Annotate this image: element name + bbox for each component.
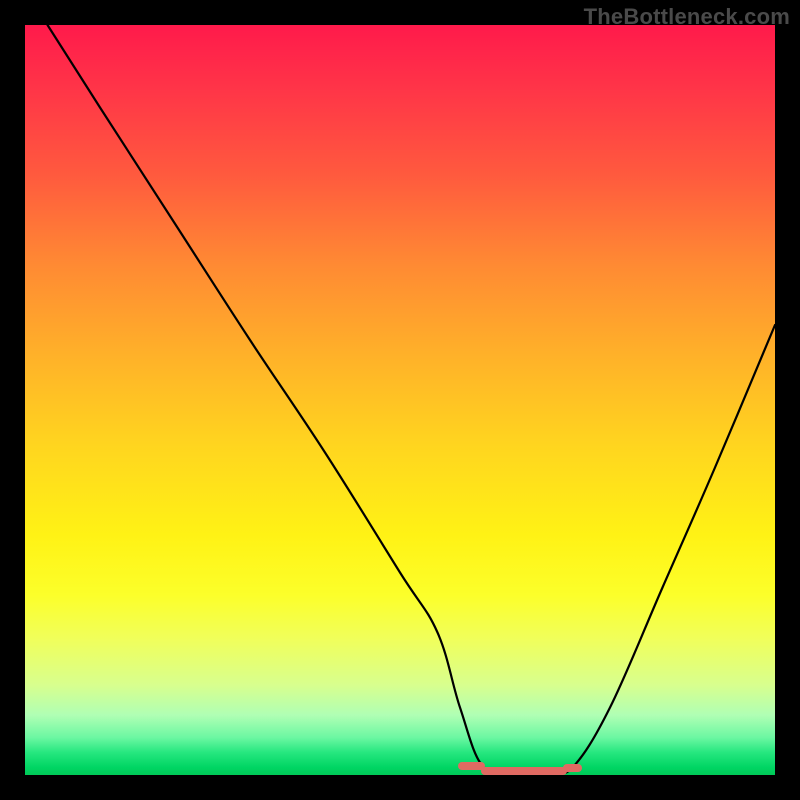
curve-line (48, 25, 776, 773)
watermark-text: TheBottleneck.com (584, 4, 790, 30)
trough-marker-1 (481, 767, 568, 775)
chart-frame: TheBottleneck.com (0, 0, 800, 800)
chart-svg (0, 0, 800, 800)
trough-marker-2 (563, 764, 582, 772)
